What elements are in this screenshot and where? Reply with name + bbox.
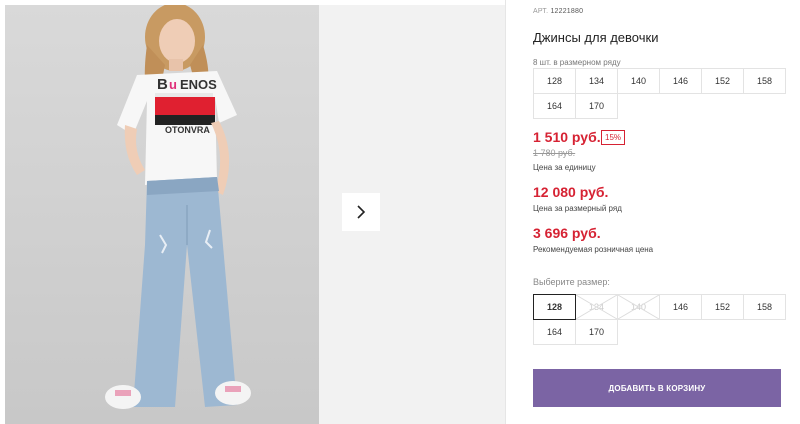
size-option-134: 134 [575, 294, 618, 320]
gallery-next-button[interactable] [342, 193, 380, 231]
pack-size-cell: 146 [659, 68, 702, 94]
size-selector: 128 134 140 146 152 158 164 170 [533, 294, 786, 345]
chevron-right-icon [357, 205, 366, 219]
pack-size-cell: 140 [617, 68, 660, 94]
product-photo[interactable]: B u ENOS OTONVRA [5, 5, 319, 424]
pack-size-cell: 164 [533, 93, 576, 119]
girl-in-jeans-illustration: B u ENOS OTONVRA [105, 5, 251, 409]
pack-price-caption: Цена за размерный ряд [533, 204, 622, 213]
pack-size-cell: 170 [575, 93, 618, 119]
size-option-164[interactable]: 164 [533, 319, 576, 345]
recommended-retail-price: 3 696 руб. [533, 225, 601, 241]
svg-text:B: B [157, 76, 168, 93]
article-number: АРТ. 12221880 [533, 8, 583, 15]
article-value: 12221880 [550, 8, 584, 15]
unit-price-caption: Цена за единицу [533, 163, 596, 172]
pack-size-cell: 152 [701, 68, 744, 94]
pack-size-cell: 128 [533, 68, 576, 94]
rrp-caption: Рекомендуемая розничная цена [533, 245, 654, 254]
panel-divider [505, 0, 506, 424]
old-price: 1 780 руб. [533, 148, 576, 158]
product-gallery: B u ENOS OTONVRA [0, 0, 505, 424]
article-label: АРТ. [533, 8, 549, 15]
size-option-128[interactable]: 128 [533, 294, 576, 320]
unavailable-cross-icon [618, 295, 659, 319]
unavailable-cross-icon [576, 295, 617, 319]
pack-price: 12 080 руб. [533, 184, 609, 200]
size-option-152[interactable]: 152 [701, 294, 744, 320]
add-to-cart-button[interactable]: ДОБАВИТЬ В КОРЗИНУ [533, 369, 781, 407]
size-option-146[interactable]: 146 [659, 294, 702, 320]
size-option-158[interactable]: 158 [743, 294, 786, 320]
svg-text:OTONVRA: OTONVRA [165, 125, 210, 135]
pack-size-grid: 128 134 140 146 152 158 164 170 [533, 68, 786, 119]
size-option-170[interactable]: 170 [575, 319, 618, 345]
pack-size-cell: 158 [743, 68, 786, 94]
product-title: Джинсы для девочки [533, 30, 659, 45]
svg-text:u: u [169, 77, 177, 92]
pack-size-label: 8 шт. в размерном ряду [533, 58, 621, 67]
discount-badge: 15% [601, 130, 626, 145]
pack-size-cell: 134 [575, 68, 618, 94]
svg-text:ENOS: ENOS [180, 77, 217, 92]
size-option-140: 140 [617, 294, 660, 320]
unit-price: 1 510 руб. [533, 129, 601, 145]
choose-size-label: Выберите размер: [533, 277, 610, 287]
